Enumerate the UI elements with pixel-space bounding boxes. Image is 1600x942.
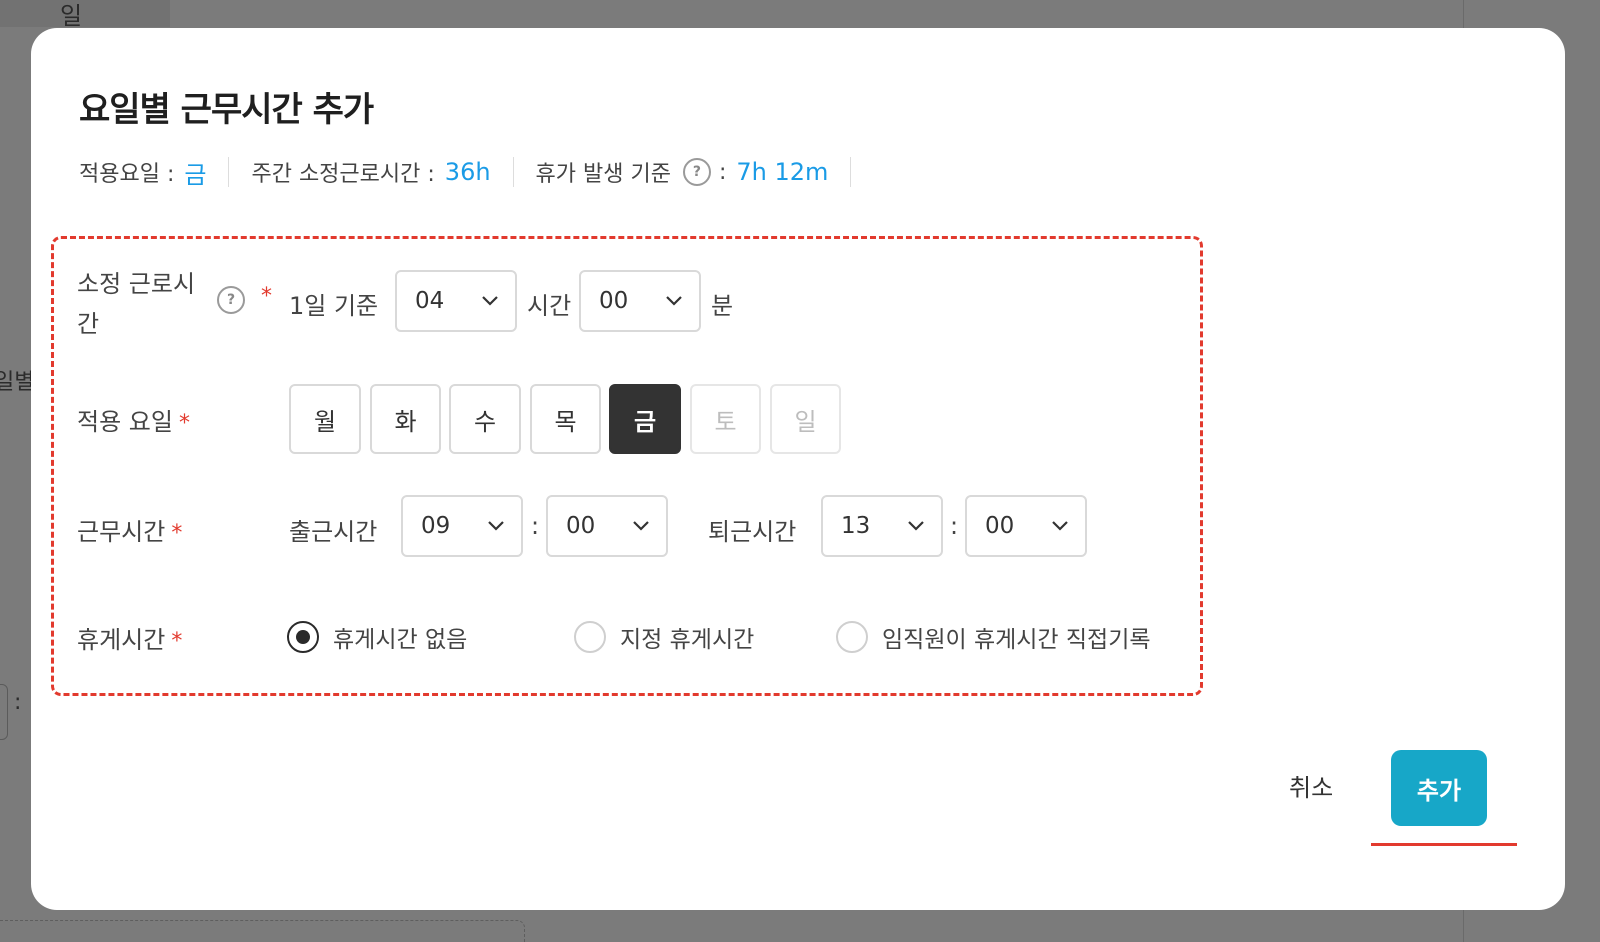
add-work-hours-modal: 요일별 근무시간 추가 적용요일 : 금 주간 소정근로시간 : 36h 휴가 … [31,28,1565,910]
background-input [0,684,8,740]
required-mark: * [178,411,190,436]
applied-days-label: 적용 요일 * [77,402,190,437]
background-tab: 일 [0,0,170,30]
cancel-button[interactable]: 취소 [1289,768,1333,803]
radio-self-record-break[interactable]: 임직원이 휴게시간 직접기록 [836,620,1151,654]
radio-fixed-break-label: 지정 휴게시간 [620,627,755,653]
day-tue[interactable]: 화 [370,384,441,454]
chevron-down-icon [666,296,682,306]
day-fri[interactable]: 금 [609,384,681,454]
summary-weekly-hours-value: 36h [444,158,491,186]
add-button[interactable]: 추가 [1391,750,1487,826]
hours-unit: 시간 [527,292,572,320]
basis-text: 1일 기준 [289,292,379,320]
work-hours-label-text: 근무시간 [77,518,166,546]
work-hours-label: 근무시간 * [77,512,182,547]
help-icon[interactable]: ? [217,286,245,314]
contract-hours-label: 소정 근로시 간 [77,264,195,344]
summary-divider [512,157,514,187]
summary-weekly-hours: 주간 소정근로시간 : 36h [251,156,490,188]
radio-no-break-label: 휴게시간 없음 [333,627,468,653]
summary-leave-basis-value: 7h 12m [736,158,829,186]
summary-applied-days: 적용요일 : 금 [79,155,206,190]
background-tab-label: 일 [60,2,83,30]
start-minute-select[interactable]: 00 [546,495,668,557]
radio-unchecked-icon [574,621,606,653]
radio-fixed-break[interactable]: 지정 휴게시간 [574,620,754,654]
break-time-label: 휴게시간 * [77,620,182,655]
summary-weekly-hours-label: 주간 소정근로시간 : [251,162,435,187]
radio-no-break[interactable]: 휴게시간 없음 [287,620,467,654]
end-hour-select[interactable]: 13 [821,495,943,557]
start-minute-value: 00 [566,513,596,539]
summary-leave-basis: 휴가 발생 기준 ? : 7h 12m [535,156,829,188]
summary-applied-days-label: 적용요일 : [79,162,175,187]
day-sun[interactable]: 일 [770,384,841,454]
end-minute-value: 00 [985,513,1015,539]
day-thu[interactable]: 목 [530,384,601,454]
radio-unchecked-icon [836,621,868,653]
chevron-down-icon [482,296,498,306]
applied-days-label-text: 적용 요일 [77,408,173,436]
summary-leave-basis-colon: : [718,159,727,185]
minutes-unit: 분 [711,292,734,320]
end-time-label: 퇴근시간 [708,518,797,546]
radio-self-record-break-label: 임직원이 휴게시간 직접기록 [882,627,1151,653]
modal-title: 요일별 근무시간 추가 [79,90,374,130]
summary-bar: 적용요일 : 금 주간 소정근로시간 : 36h 휴가 발생 기준 ? : 7h… [79,155,873,190]
chevron-down-icon [633,521,649,531]
end-hour-value: 13 [841,513,871,539]
help-icon[interactable]: ? [682,158,711,186]
annotation-underline [1371,843,1517,846]
end-minute-select[interactable]: 00 [965,495,1087,557]
day-sat[interactable]: 토 [690,384,761,454]
contract-minutes-value: 00 [599,288,629,314]
contract-hours-value: 04 [415,288,445,314]
required-mark: * [261,284,272,309]
summary-divider [228,157,230,187]
background-dashed-box [0,920,525,942]
summary-divider [850,157,852,187]
required-mark: * [171,629,183,654]
start-time-label: 출근시간 [289,518,378,546]
contract-hours-label-line2: 간 [77,310,100,338]
start-hour-select[interactable]: 09 [401,495,523,557]
required-mark: * [171,521,183,546]
background-colon: : [14,690,22,715]
day-wed[interactable]: 수 [449,384,521,454]
chevron-down-icon [908,521,924,531]
contract-minutes-select[interactable]: 00 [579,270,701,332]
radio-checked-icon [287,621,319,653]
start-hour-value: 09 [421,513,451,539]
chevron-down-icon [488,521,504,531]
contract-hours-select[interactable]: 04 [395,270,517,332]
time-separator: : [950,512,959,540]
day-mon[interactable]: 월 [289,384,361,454]
background-label: 일별 [0,370,35,395]
summary-leave-basis-label: 휴가 발생 기준 [535,162,671,187]
break-time-label-text: 휴게시간 [77,626,166,654]
contract-hours-label-line1: 소정 근로시 [77,270,196,298]
time-separator: : [531,512,540,540]
chevron-down-icon [1052,521,1068,531]
summary-applied-days-value: 금 [184,160,207,189]
